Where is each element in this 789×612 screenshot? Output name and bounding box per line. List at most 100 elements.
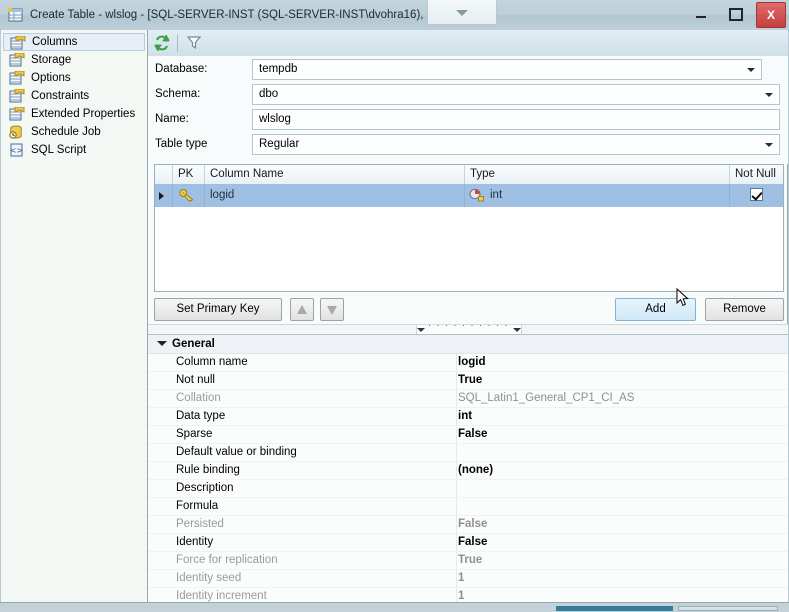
property-column-divider [456, 408, 457, 425]
property-name: Column name [176, 354, 248, 371]
refresh-icon[interactable] [153, 34, 173, 52]
tab-overflow-dropdown[interactable] [427, 0, 497, 25]
property-value[interactable]: int [458, 408, 472, 425]
property-row-formula[interactable]: Formula [148, 498, 788, 516]
field-row-name: Name: wlslog [148, 108, 788, 133]
property-row-not-null[interactable]: Not null True [148, 372, 788, 390]
table-type-select[interactable]: Regular [252, 134, 780, 155]
sidebar-item-label: Extended Properties [31, 108, 135, 120]
name-label: Name: [155, 113, 189, 125]
columns-panel: Database: tempdb Schema: dbo [148, 30, 788, 602]
arrow-up-icon [297, 305, 307, 314]
property-column-divider [456, 498, 457, 515]
property-name: Data type [176, 408, 225, 425]
table-definition-form: Database: tempdb Schema: dbo [148, 56, 788, 164]
sidebar-item-label: SQL Script [31, 144, 86, 156]
chevron-down-icon [765, 143, 773, 147]
property-value[interactable]: False [458, 534, 487, 551]
property-column-divider [456, 570, 457, 587]
sidebar-item-sql-script[interactable]: <> SQL Script [3, 141, 145, 159]
chevron-down-icon [456, 10, 468, 16]
property-row-sparse[interactable]: Sparse False [148, 426, 788, 444]
not-null-checkbox[interactable] [750, 188, 763, 201]
expander-collapse-icon[interactable] [157, 341, 167, 346]
property-value: True [458, 552, 482, 569]
row-cell-type-text: int [490, 189, 502, 201]
property-column-divider [456, 552, 457, 569]
row-selector-cell[interactable] [155, 184, 173, 207]
set-primary-key-button[interactable]: Set Primary Key [154, 298, 282, 321]
property-name: Sparse [176, 426, 212, 443]
sidebar-item-schedule-job[interactable]: Schedule Job [3, 123, 145, 141]
database-label: Database: [155, 63, 207, 75]
grid-header-pk[interactable]: PK [173, 165, 205, 184]
property-value[interactable]: False [458, 426, 487, 443]
caret-down-icon[interactable] [417, 328, 425, 332]
chevron-down-icon [765, 93, 773, 97]
database-value: tempdb [259, 63, 297, 75]
maximize-button[interactable] [722, 2, 750, 26]
caret-down-icon[interactable] [513, 328, 521, 332]
property-name: Description [176, 480, 234, 497]
property-value[interactable]: True [458, 372, 482, 389]
schema-select[interactable]: dbo [252, 84, 780, 105]
sidebar-item-label: Options [31, 72, 71, 84]
property-column-divider [456, 480, 457, 497]
table-type-label: Table type [155, 138, 207, 150]
property-value: 1 [458, 570, 464, 587]
sidebar-item-constraints[interactable]: Constraints [3, 87, 145, 105]
move-down-button[interactable] [320, 298, 344, 321]
panel-toolbar [148, 30, 788, 57]
property-name: Rule binding [176, 462, 240, 479]
property-row-rule-binding[interactable]: Rule binding (none) [148, 462, 788, 480]
primary-key-icon [179, 188, 195, 212]
property-row-description[interactable]: Description [148, 480, 788, 498]
arrow-down-icon [327, 306, 337, 315]
column-properties-grid[interactable]: General Column name logid Not null True … [148, 334, 788, 603]
filter-funnel-icon[interactable] [186, 34, 206, 52]
row-cell-column-name[interactable]: logid [205, 184, 465, 207]
sidebar-item-extended-properties[interactable]: Extended Properties [3, 105, 145, 123]
property-value[interactable]: logid [458, 354, 485, 371]
grid-header-column-name[interactable]: Column Name [205, 165, 465, 184]
remove-button[interactable]: Remove [705, 298, 784, 321]
splitter-grip[interactable]: · · · · · · · · · · · · · · [416, 325, 522, 334]
property-column-divider [456, 444, 457, 461]
offscreen-secondary-button[interactable] [678, 606, 778, 611]
move-up-button[interactable] [290, 298, 314, 321]
offscreen-primary-button[interactable] [556, 606, 673, 611]
grid-header-not-null[interactable]: Not Null [730, 165, 783, 184]
property-column-divider [456, 462, 457, 479]
row-cell-pk[interactable] [173, 184, 205, 207]
schema-value: dbo [259, 88, 278, 100]
property-column-divider [456, 390, 457, 407]
table-name-input[interactable]: wlslog [252, 109, 780, 130]
close-button[interactable]: X [756, 2, 786, 28]
sidebar-item-label: Columns [32, 36, 77, 48]
columns-page-icon [10, 36, 26, 50]
options-page-icon [9, 71, 25, 85]
property-category-label: General [172, 335, 215, 353]
row-cell-type[interactable]: int [465, 184, 730, 207]
property-row-default-value-or-binding[interactable]: Default value or binding [148, 444, 788, 462]
schema-label: Schema: [155, 88, 200, 100]
property-value[interactable]: (none) [458, 462, 493, 479]
grid-header-type[interactable]: Type [465, 165, 730, 184]
sidebar-item-columns[interactable]: Columns [3, 33, 145, 51]
toolbar-separator [177, 34, 178, 52]
columns-grid[interactable]: PK Column Name Type Not Null [154, 164, 784, 292]
property-name: Collation [176, 390, 221, 407]
sidebar-item-options[interactable]: Options [3, 69, 145, 87]
minimize-button[interactable] [687, 2, 715, 26]
property-name: Identity seed [176, 570, 241, 587]
property-row-data-type[interactable]: Data type int [148, 408, 788, 426]
table-row[interactable]: logid int [155, 184, 783, 207]
schedule-job-icon [9, 125, 25, 139]
property-category-general[interactable]: General [148, 335, 788, 354]
sidebar-item-storage[interactable]: Storage [3, 51, 145, 69]
property-row-column-name[interactable]: Column name logid [148, 354, 788, 372]
database-select[interactable]: tempdb [252, 59, 762, 80]
row-cell-not-null[interactable] [730, 184, 783, 207]
property-value: 1 [458, 588, 464, 603]
property-row-identity[interactable]: Identity False [148, 534, 788, 552]
